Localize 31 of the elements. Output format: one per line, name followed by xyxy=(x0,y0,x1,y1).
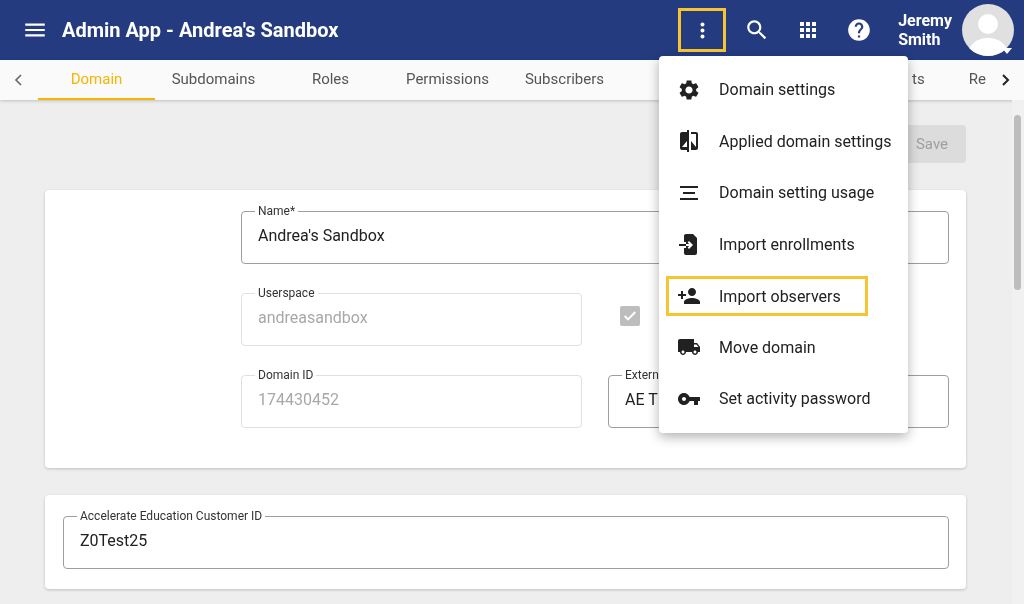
app-title: Admin App - Andrea's Sandbox xyxy=(62,18,340,42)
field-value: Z0Test25 xyxy=(80,530,148,550)
help-icon xyxy=(846,17,873,43)
menu-item[interactable]: Domain settings xyxy=(659,64,908,116)
field-label: Extern xyxy=(624,368,660,382)
field-label: Userspace xyxy=(257,286,316,300)
customer-id-field[interactable]: Accelerate Education Customer ID Z0Test25 xyxy=(63,509,949,569)
field-label: Name* xyxy=(257,204,297,218)
menu-item[interactable]: Move domain xyxy=(659,321,908,373)
field-value: Andrea's Sandbox xyxy=(258,225,385,245)
field-value: 174430452 xyxy=(258,389,339,409)
tab[interactable]: Subscribers xyxy=(506,60,623,100)
menu-item[interactable]: Import observers xyxy=(666,276,868,316)
scrollbar-thumb[interactable] xyxy=(1014,115,1021,290)
tab[interactable]: Roles xyxy=(272,60,389,100)
caret-icon xyxy=(1002,48,1012,54)
more-button[interactable] xyxy=(679,9,726,51)
settings-icon xyxy=(677,77,701,102)
avatar-button[interactable] xyxy=(962,4,1014,56)
field-value: andreasandbox xyxy=(258,307,368,327)
field-label: Domain ID xyxy=(257,368,315,382)
tab[interactable]: ts xyxy=(910,60,927,100)
tab[interactable]: Permissions xyxy=(389,60,506,100)
more-vertical-icon xyxy=(699,21,705,39)
user-first-name: Jeremy xyxy=(898,11,952,30)
user-last-name: Smith xyxy=(898,30,942,49)
field-value: AE T xyxy=(625,389,658,409)
field-label: Accelerate Education Customer ID xyxy=(79,509,264,523)
tab[interactable]: Subdomains xyxy=(155,60,272,100)
tab[interactable]: Re xyxy=(966,60,986,100)
menu-item[interactable]: Set activity password xyxy=(659,373,908,425)
